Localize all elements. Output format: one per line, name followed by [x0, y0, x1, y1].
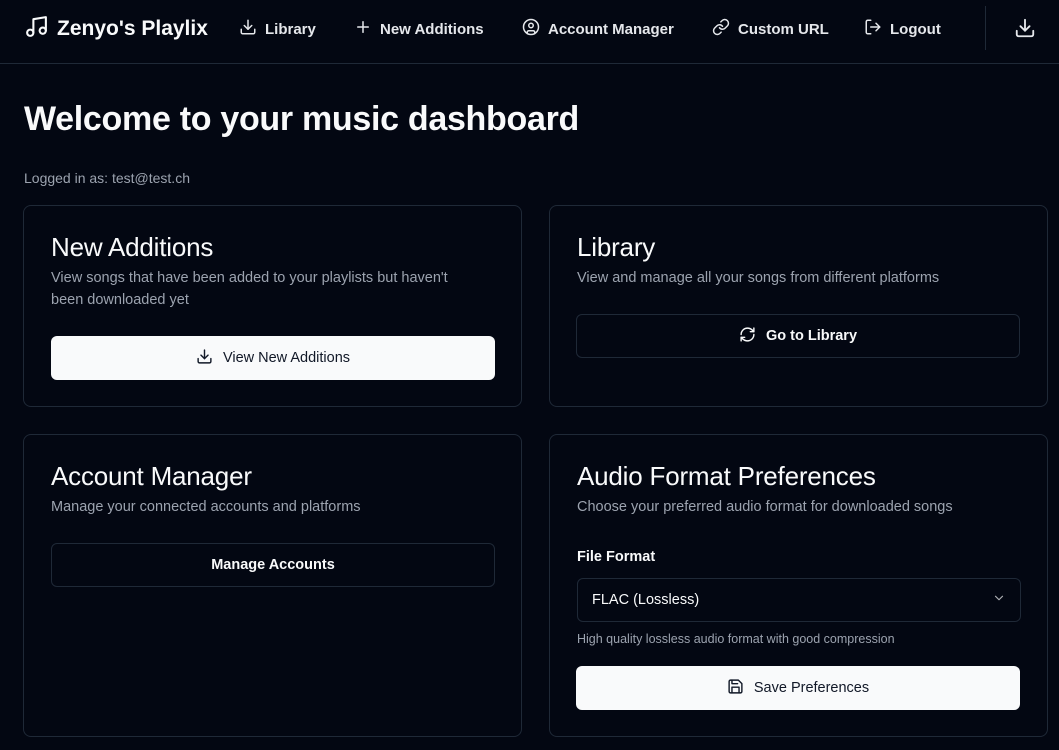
nav-logout[interactable]: Logout — [864, 18, 941, 40]
refresh-icon — [739, 326, 756, 347]
card-description: Manage your connected accounts and platf… — [51, 499, 361, 515]
view-new-additions-button[interactable]: View New Additions — [51, 336, 495, 380]
card-description: Choose your preferred audio format for d… — [577, 499, 953, 515]
audio-format-card: Audio Format Preferences Choose your pre… — [549, 434, 1048, 737]
button-label: Save Preferences — [753, 680, 870, 696]
card-description-line: been downloaded yet — [51, 292, 189, 308]
nav-custom-url[interactable]: Custom URL — [712, 18, 829, 40]
download-icon[interactable] — [1014, 17, 1038, 41]
nav-logout-label: Logout — [890, 20, 941, 38]
save-preferences-button[interactable]: Save Preferences — [576, 666, 1020, 710]
nav-library[interactable]: Library — [239, 18, 316, 40]
nav-account-manager[interactable]: Account Manager — [522, 18, 674, 40]
go-to-library-button[interactable]: Go to Library — [576, 314, 1020, 358]
app-title: Zenyo's Playlix — [57, 17, 208, 40]
file-format-label: File Format — [577, 549, 656, 565]
card-description: View and manage all your songs from diff… — [577, 270, 940, 286]
music-note-icon — [24, 14, 49, 45]
card-description: View songs that have been added to your … — [51, 267, 448, 311]
card-description-line: View songs that have been added to your … — [51, 270, 448, 286]
card-title: Audio Format Preferences — [577, 461, 876, 491]
chevron-down-icon — [992, 591, 1006, 609]
link-icon — [712, 18, 730, 40]
download-icon — [239, 18, 257, 40]
button-label: View New Additions — [222, 350, 351, 366]
card-title: Account Manager — [51, 461, 252, 491]
card-title: Library — [577, 232, 656, 262]
navbar-divider — [985, 6, 986, 50]
logged-in-status: Logged in as: test@test.ch — [24, 170, 190, 186]
top-navbar: Zenyo's Playlix Library New Additions Ac… — [0, 0, 1059, 64]
logout-icon — [864, 18, 882, 40]
brand[interactable]: Zenyo's Playlix — [24, 14, 208, 45]
nav-account-manager-label: Account Manager — [548, 20, 674, 38]
plus-icon — [354, 18, 372, 40]
account-manager-card: Account Manager Manage your connected ac… — [23, 434, 522, 737]
nav-custom-url-label: Custom URL — [738, 20, 829, 38]
new-additions-card: New Additions View songs that have been … — [23, 205, 522, 407]
library-card: Library View and manage all your songs f… — [549, 205, 1048, 407]
user-circle-icon — [522, 18, 540, 40]
manage-accounts-button[interactable]: Manage Accounts — [51, 543, 495, 587]
button-label: Manage Accounts — [211, 557, 335, 573]
file-format-select[interactable]: FLAC (Lossless) — [577, 578, 1021, 622]
download-icon — [196, 348, 213, 369]
nav-new-additions[interactable]: New Additions — [354, 18, 484, 40]
page-title: Welcome to your music dashboard — [24, 100, 579, 138]
file-format-value: FLAC (Lossless) — [592, 592, 700, 608]
nav-new-additions-label: New Additions — [380, 20, 484, 38]
card-title: New Additions — [51, 232, 214, 262]
save-icon — [727, 678, 744, 699]
file-format-hint: High quality lossless audio format with … — [577, 632, 895, 646]
nav-library-label: Library — [265, 20, 316, 38]
button-label: Go to Library — [765, 328, 858, 344]
